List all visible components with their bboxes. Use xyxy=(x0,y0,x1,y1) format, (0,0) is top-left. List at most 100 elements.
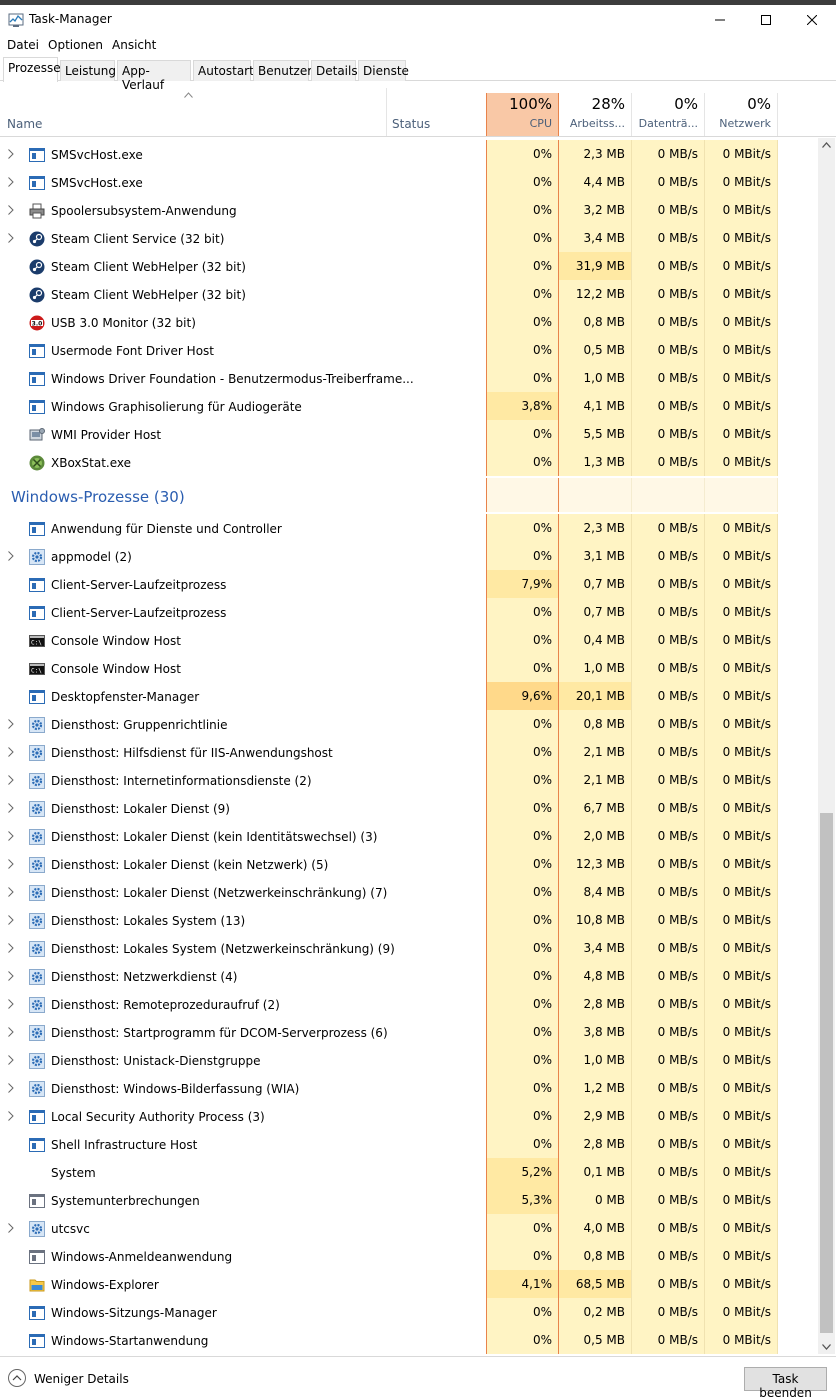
process-row[interactable]: Shell Infrastructure Host 0% 2,8 MB 0 MB/s 0… xyxy=(0,1130,818,1158)
expand-chevron-icon[interactable] xyxy=(8,744,18,758)
process-row[interactable]: utcsvc 0% 4,0 MB 0 MB/s 0 MBit/s xyxy=(0,1214,818,1242)
expand-chevron-icon[interactable] xyxy=(8,230,18,244)
process-net-value: 0 MBit/s xyxy=(705,420,778,448)
chevron-up-circle-icon[interactable] xyxy=(8,1369,26,1387)
process-row[interactable]: appmodel (2) 0% 3,1 MB 0 MB/s 0 MBit/s xyxy=(0,542,818,570)
expand-chevron-icon[interactable] xyxy=(8,828,18,842)
expand-chevron-icon[interactable] xyxy=(8,1024,18,1038)
header-name[interactable]: Name xyxy=(7,117,42,131)
vertical-scrollbar[interactable] xyxy=(818,138,835,1354)
scrollbar-thumb[interactable] xyxy=(820,813,833,1333)
expand-chevron-icon[interactable] xyxy=(8,1052,18,1066)
header-cpu[interactable]: 100% CPU xyxy=(486,93,559,136)
process-row[interactable]: Diensthost: Internetinformationsdienste … xyxy=(0,766,818,794)
process-row[interactable]: SMSvcHost.exe 0% 4,4 MB 0 MB/s 0 MBit/s xyxy=(0,168,818,196)
expand-chevron-icon[interactable] xyxy=(8,884,18,898)
maximize-button[interactable] xyxy=(743,5,789,35)
process-row[interactable]: Local Security Authority Process (3) 0% 2,… xyxy=(0,1102,818,1130)
column-header: Name Status 100% CPU 28% Arbeitss... 0% … xyxy=(0,81,836,137)
process-name: Local Security Authority Process (3) xyxy=(51,1110,265,1124)
process-row[interactable]: Steam Client Service (32 bit) 0% 3,4 MB 0 M… xyxy=(0,224,818,252)
tab-dienste[interactable]: Dienste xyxy=(358,60,409,81)
process-row[interactable]: Diensthost: Lokaler Dienst (Netzwerkeins… xyxy=(0,878,818,906)
process-row[interactable]: Windows-Sitzungs-Manager 0% 0,2 MB 0 MB/s 0 … xyxy=(0,1298,818,1326)
expand-chevron-icon[interactable] xyxy=(8,202,18,216)
process-row[interactable]: Systemunterbrechungen 5,3% 0 MB 0 MB/s 0 MBi… xyxy=(0,1186,818,1214)
process-row[interactable]: Spoolersubsystem-Anwendung 0% 3,2 MB 0 MB/s… xyxy=(0,196,818,224)
process-row[interactable]: Steam Client WebHelper (32 bit) 0% 12,2 MB… xyxy=(0,280,818,308)
less-details-link[interactable]: Weniger Details xyxy=(34,1372,129,1386)
header-memory[interactable]: 28% Arbeitss... xyxy=(559,93,632,136)
process-row[interactable]: Client-Server-Laufzeitprozess 0% 0,7 MB 0 M… xyxy=(0,598,818,626)
expand-chevron-icon[interactable] xyxy=(8,772,18,786)
expand-chevron-icon[interactable] xyxy=(8,800,18,814)
process-row[interactable]: Anwendung für Dienste und Controller 0% 2,… xyxy=(0,514,818,542)
tab-autostart[interactable]: Autostart xyxy=(193,60,254,81)
expand-chevron-icon[interactable] xyxy=(8,968,18,982)
group-header-windows-processes[interactable]: Windows-Prozesse (30) xyxy=(0,476,818,514)
process-row[interactable]: Windows Driver Foundation - Benutzermodu… xyxy=(0,364,818,392)
process-row[interactable]: Diensthost: Lokaler Dienst (kein Netzwer… xyxy=(0,850,818,878)
header-disk[interactable]: 0% Datenträ... xyxy=(632,93,705,136)
expand-chevron-icon[interactable] xyxy=(8,174,18,188)
process-net-value: 0 MBit/s xyxy=(705,280,778,308)
header-network[interactable]: 0% Netzwerk xyxy=(705,93,778,136)
expand-chevron-icon[interactable] xyxy=(8,996,18,1010)
menu-optionen[interactable]: Optionen xyxy=(48,38,103,52)
process-cpu-value: 0% xyxy=(486,794,559,822)
expand-chevron-icon[interactable] xyxy=(8,716,18,730)
menu-datei[interactable]: Datei xyxy=(7,38,39,52)
process-row[interactable]: Diensthost: Lokaler Dienst (9) 0% 6,7 MB 0 … xyxy=(0,794,818,822)
process-mem-value: 2,0 MB xyxy=(559,822,632,850)
process-row[interactable]: Windows-Explorer 4,1% 68,5 MB 0 MB/s 0 MBit/… xyxy=(0,1270,818,1298)
process-row[interactable]: Diensthost: Windows-Bilderfassung (WIA) 0… xyxy=(0,1074,818,1102)
process-row[interactable]: C:\ Console Window Host 0% 1,0 MB 0 MB/s 0 MB… xyxy=(0,654,818,682)
expand-chevron-icon[interactable] xyxy=(8,146,18,160)
gear-icon xyxy=(29,1053,45,1069)
expand-chevron-icon[interactable] xyxy=(8,1108,18,1122)
process-row[interactable]: Windows-Startanwendung 0% 0,5 MB 0 MB/s 0 MB… xyxy=(0,1326,818,1354)
tab-prozesse[interactable]: Prozesse xyxy=(3,57,61,82)
end-task-button[interactable]: Task beenden xyxy=(744,1367,827,1400)
menu-ansicht[interactable]: Ansicht xyxy=(112,38,156,52)
process-row[interactable]: Usermode Font Driver Host 0% 0,5 MB 0 MB/s 0… xyxy=(0,336,818,364)
minimize-button[interactable] xyxy=(697,5,743,35)
header-status[interactable]: Status xyxy=(392,117,430,131)
expand-chevron-icon[interactable] xyxy=(8,940,18,954)
scroll-up-icon[interactable] xyxy=(822,142,831,148)
process-row[interactable]: C:\ Console Window Host 0% 0,4 MB 0 MB/s 0 MB… xyxy=(0,626,818,654)
process-row[interactable]: Windows-Anmeldeanwendung 0% 0,8 MB 0 MB/s 0 … xyxy=(0,1242,818,1270)
tab-leistung[interactable]: Leistung xyxy=(60,60,116,81)
expand-chevron-icon[interactable] xyxy=(8,856,18,870)
process-disk-value: 0 MB/s xyxy=(632,514,705,542)
process-row[interactable]: 3.0 USB 3.0 Monitor (32 bit) 0% 0,8 MB 0 MB/… xyxy=(0,308,818,336)
tab-benutzer[interactable]: Benutzer xyxy=(253,60,312,81)
process-row[interactable]: Diensthost: Unistack-Dienstgruppe 0% 1,0 M… xyxy=(0,1046,818,1074)
tab-app-verlauf[interactable]: App-Verlauf xyxy=(117,60,191,92)
process-row[interactable]: Diensthost: Lokales System (13) 0% 10,8 MB… xyxy=(0,906,818,934)
process-row[interactable]: SMSvcHost.exe 0% 2,3 MB 0 MB/s 0 MBit/s xyxy=(0,140,818,168)
process-row[interactable]: Diensthost: Startprogramm für DCOM-Serve… xyxy=(0,1018,818,1046)
process-row[interactable]: Diensthost: Gruppenrichtlinie 0% 0,8 MB 0 M… xyxy=(0,710,818,738)
header-disk-label: Datenträ... xyxy=(638,117,698,130)
process-row[interactable]: WMI Provider Host 0% 5,5 MB 0 MB/s 0 MBit/s xyxy=(0,420,818,448)
tab-details[interactable]: Details xyxy=(311,60,358,81)
process-row[interactable]: Diensthost: Remoteprozeduraufruf (2) 0% 2,… xyxy=(0,990,818,1018)
process-row[interactable]: Diensthost: Lokales System (Netzwerkeins… xyxy=(0,934,818,962)
process-row[interactable]: Diensthost: Hilfsdienst für IIS-Anwendun… xyxy=(0,738,818,766)
process-row[interactable]: Windows Graphisolierung für Audiogeräte 3… xyxy=(0,392,818,420)
expand-chevron-icon[interactable] xyxy=(8,1220,18,1234)
process-row[interactable]: Steam Client WebHelper (32 bit) 0% 31,9 MB… xyxy=(0,252,818,280)
process-row[interactable]: XBoxStat.exe 0% 1,3 MB 0 MB/s 0 MBit/s xyxy=(0,448,818,476)
process-row[interactable]: Diensthost: Lokaler Dienst (kein Identit… xyxy=(0,822,818,850)
process-cpu-value: 0% xyxy=(486,542,559,570)
scroll-down-icon[interactable] xyxy=(822,1344,831,1350)
expand-chevron-icon[interactable] xyxy=(8,912,18,926)
expand-chevron-icon[interactable] xyxy=(8,548,18,562)
process-row[interactable]: Client-Server-Laufzeitprozess 7,9% 0,7 MB 0… xyxy=(0,570,818,598)
process-row[interactable]: System 5,2% 0,1 MB 0 MB/s 0 MBit/s xyxy=(0,1158,818,1186)
process-row[interactable]: Desktopfenster-Manager 9,6% 20,1 MB 0 MB/s 0… xyxy=(0,682,818,710)
expand-chevron-icon[interactable] xyxy=(8,1080,18,1094)
close-button[interactable] xyxy=(789,5,835,35)
process-row[interactable]: Diensthost: Netzwerkdienst (4) 0% 4,8 MB 0 … xyxy=(0,962,818,990)
